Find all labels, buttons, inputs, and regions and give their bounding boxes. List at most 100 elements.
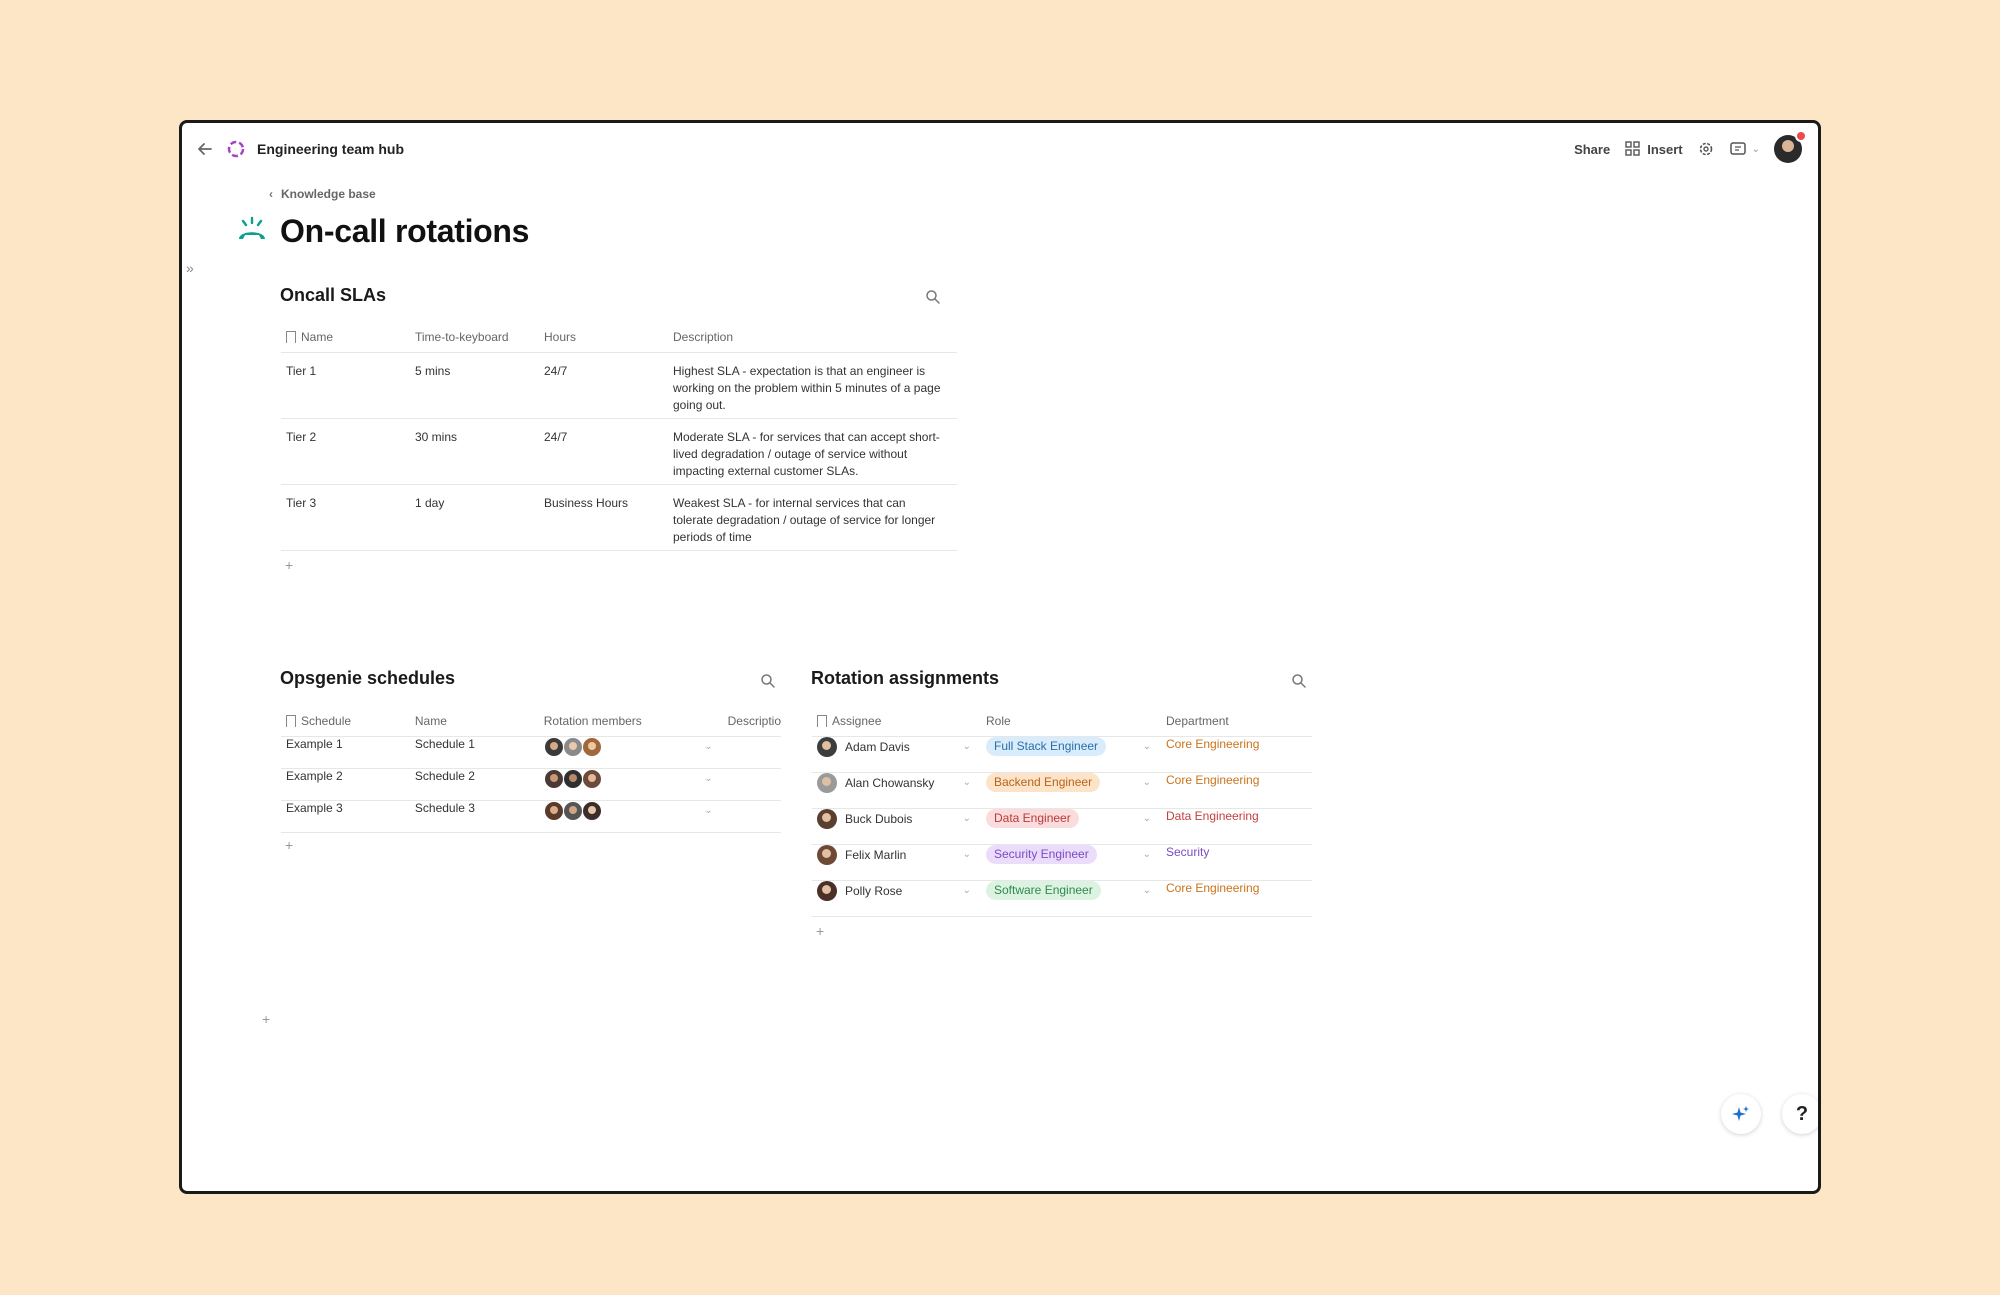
chevron-down-icon[interactable]: ⌄ [963,741,971,752]
column-header[interactable]: Role [981,706,1161,737]
cell-hours[interactable]: 24/7 [539,418,668,485]
cell-name[interactable]: Tier 1 [281,352,410,419]
department-label: Core Engineering [1166,736,1260,751]
chevron-down-icon[interactable]: ⌄ [1143,849,1151,860]
avatar [562,800,583,821]
cell-role[interactable]: Software Engineer ⌄ [981,880,1161,917]
search-icon[interactable] [1290,672,1308,690]
share-button[interactable]: Share [1574,142,1610,157]
cell-name[interactable]: Schedule 3 [409,800,539,833]
gear-icon[interactable] [1697,140,1715,158]
cell-members[interactable]: ⌄ [538,736,723,769]
add-row-button[interactable]: + [285,837,293,853]
column-header[interactable]: Description [668,322,957,353]
column-header[interactable]: Rotation members [538,706,723,737]
avatar [543,736,564,757]
cell-assignee[interactable]: Buck Dubois ⌄ [812,808,981,845]
column-header[interactable]: Descriptio [722,706,781,737]
user-avatar[interactable] [1774,130,1807,163]
add-row-button[interactable]: + [816,923,824,939]
cell-role[interactable]: Backend Engineer ⌄ [981,772,1161,809]
column-header[interactable]: Name [409,706,539,737]
column-header[interactable]: Assignee [812,706,981,737]
cell-department[interactable]: Data Engineering [1161,808,1312,845]
sidebar-expand-icon[interactable]: » [186,260,194,276]
cell-schedule[interactable]: Example 1 [281,736,410,769]
cell-department[interactable]: Core Engineering [1161,736,1312,773]
add-row-button[interactable]: + [285,557,293,573]
cell-hours[interactable]: Business Hours [539,484,668,551]
table-row[interactable]: Example 2 Schedule 2 ⌄ [281,768,781,801]
chevron-down-icon[interactable]: ⌄ [963,885,971,896]
department-label: Core Engineering [1166,772,1260,787]
cell-name[interactable]: Tier 2 [281,418,410,485]
cell-members[interactable]: ⌄ [538,768,723,801]
column-header[interactable]: Schedule [281,706,410,737]
cell-assignee[interactable]: Polly Rose ⌄ [812,880,981,917]
table-row[interactable]: Example 3 Schedule 3 ⌄ [281,800,781,833]
chevron-down-icon[interactable]: ⌄ [1143,813,1151,824]
chevron-down-icon[interactable]: ⌄ [963,777,971,788]
doc-title[interactable]: Engineering team hub [257,138,404,160]
cell-department[interactable]: Core Engineering [1161,880,1312,917]
cell-hours[interactable]: 24/7 [539,352,668,419]
chevron-down-icon[interactable]: ⌄ [963,849,971,860]
table-row[interactable]: Tier 1 5 mins 24/7 Highest SLA - expecta… [281,352,957,419]
cell-assignee[interactable]: Felix Marlin ⌄ [812,844,981,881]
comments-button[interactable]: ⌄ [1729,140,1760,158]
cell-description[interactable]: Moderate SLA - for services that can acc… [668,418,957,485]
cell-assignee[interactable]: Adam Davis ⌄ [812,736,981,773]
table-row[interactable]: Example 1 Schedule 1 ⌄ [281,736,781,769]
column-header[interactable]: Hours [539,322,668,353]
cell-schedule[interactable]: Example 2 [281,768,410,801]
chevron-down-icon[interactable]: ⌄ [704,805,712,816]
chevron-down-icon[interactable]: ⌄ [963,813,971,824]
add-block-button[interactable]: + [262,1011,270,1027]
cell-assignee[interactable]: Alan Chowansky ⌄ [812,772,981,809]
ai-assist-button[interactable] [1721,1094,1761,1134]
doc-logo-icon[interactable] [225,138,247,160]
insert-button[interactable]: Insert [1624,140,1683,158]
cell-members[interactable]: ⌄ [538,800,723,833]
cell-description[interactable] [722,736,781,769]
help-button[interactable]: ? [1782,1094,1818,1134]
chevron-down-icon[interactable]: ⌄ [1143,741,1151,752]
search-icon[interactable] [924,288,942,306]
cell-description[interactable] [722,800,781,833]
app-window: Engineering team hub Share Insert ⌄ » ‹ … [179,120,1821,1194]
table-row[interactable]: Tier 2 30 mins 24/7 Moderate SLA - for s… [281,418,957,485]
column-header[interactable]: Department [1161,706,1312,737]
cell-description[interactable]: Highest SLA - expectation is that an eng… [668,352,957,419]
chevron-down-icon[interactable]: ⌄ [1143,777,1151,788]
cell-role[interactable]: Data Engineer ⌄ [981,808,1161,845]
cell-description[interactable] [722,768,781,801]
cell-ttk[interactable]: 1 day [410,484,539,551]
cell-description[interactable]: Weakest SLA - for internal services that… [668,484,957,551]
assignee-name: Buck Dubois [845,811,913,826]
table-row[interactable]: Alan Chowansky ⌄ Backend Engineer ⌄ Core E… [812,772,1312,809]
table-header-row: Name Time-to-keyboard Hours Description [281,322,957,353]
table-row[interactable]: Polly Rose ⌄ Software Engineer ⌄ Core Engi… [812,880,1312,917]
cell-name[interactable]: Tier 3 [281,484,410,551]
cell-name[interactable]: Schedule 1 [409,736,539,769]
chevron-down-icon[interactable]: ⌄ [704,773,712,784]
cell-department[interactable]: Core Engineering [1161,772,1312,809]
cell-department[interactable]: Security [1161,844,1312,881]
chevron-down-icon[interactable]: ⌄ [1143,885,1151,896]
cell-role[interactable]: Security Engineer ⌄ [981,844,1161,881]
back-arrow-icon[interactable] [194,138,216,160]
column-header[interactable]: Name [281,322,410,353]
table-row[interactable]: Tier 3 1 day Business Hours Weakest SLA … [281,484,957,551]
cell-schedule[interactable]: Example 3 [281,800,410,833]
table-row[interactable]: Buck Dubois ⌄ Data Engineer ⌄ Data Enginee… [812,808,1312,845]
cell-role[interactable]: Full Stack Engineer ⌄ [981,736,1161,773]
cell-ttk[interactable]: 30 mins [410,418,539,485]
search-icon[interactable] [759,672,777,690]
cell-name[interactable]: Schedule 2 [409,768,539,801]
cell-ttk[interactable]: 5 mins [410,352,539,419]
table-row[interactable]: Felix Marlin ⌄ Security Engineer ⌄ Securit… [812,844,1312,881]
table-row[interactable]: Adam Davis ⌄ Full Stack Engineer ⌄ Core En… [812,736,1312,773]
column-header[interactable]: Time-to-keyboard [410,322,539,353]
breadcrumb[interactable]: ‹ Knowledge base [269,187,376,201]
chevron-down-icon[interactable]: ⌄ [704,741,712,752]
